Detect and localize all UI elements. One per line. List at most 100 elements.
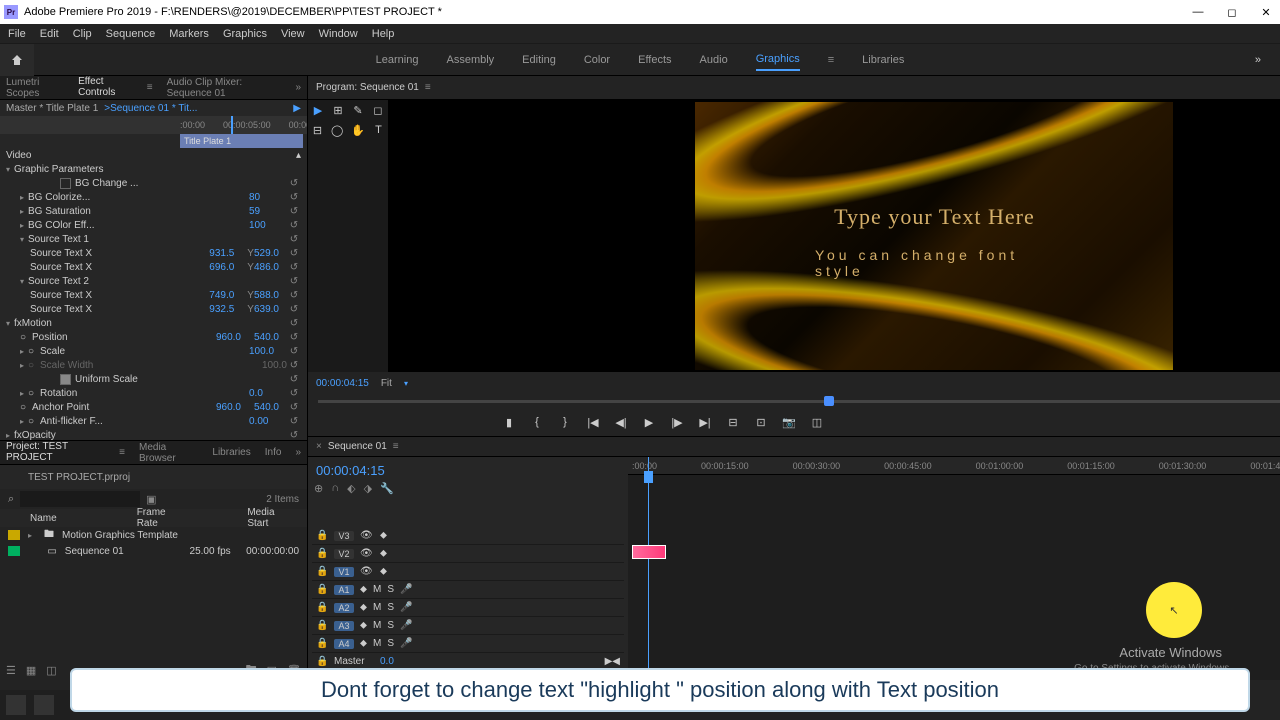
freeform-view-icon[interactable]: ◫: [46, 664, 56, 677]
track-a3[interactable]: 🔒A3⬥MS🎤: [312, 617, 624, 635]
icon-view-icon[interactable]: ▦: [26, 664, 36, 677]
tab-project[interactable]: Project: TEST PROJECT: [6, 439, 105, 466]
hand-tool[interactable]: ✋: [351, 124, 365, 140]
track-a4[interactable]: 🔒A4⬥MS🎤: [312, 635, 624, 653]
mark-out-button[interactable]: {: [530, 416, 544, 428]
settings-icon[interactable]: ⬗: [364, 482, 372, 495]
workspace-assembly[interactable]: Assembly: [446, 50, 494, 70]
home-button[interactable]: [0, 44, 34, 76]
zoom-fit[interactable]: Fit: [381, 378, 392, 389]
vertical-text-tool[interactable]: ⊞: [332, 104, 344, 120]
windows-taskbar[interactable]: [0, 690, 70, 720]
rect-tool[interactable]: ◻: [372, 104, 384, 120]
close-button[interactable]: ✕: [1256, 6, 1276, 19]
workspace-learning[interactable]: Learning: [376, 50, 419, 70]
ec-video-label: Video: [6, 150, 31, 161]
lift-button[interactable]: ⊟: [726, 416, 740, 429]
list-view-icon[interactable]: ☰: [6, 664, 16, 677]
col-framerate[interactable]: Frame Rate: [137, 507, 168, 529]
ec-sequence-label[interactable]: Sequence 01 * Tit...: [110, 103, 197, 114]
type-tool[interactable]: T: [373, 124, 384, 140]
timeline-ruler[interactable]: :00:0000:00:15:0000:00:30:0000:00:45:000…: [628, 457, 1280, 475]
menu-clip[interactable]: Clip: [73, 28, 92, 40]
workspace-editing[interactable]: Editing: [522, 50, 556, 70]
ellipse-tool[interactable]: ◯: [331, 124, 343, 140]
track-v2[interactable]: 🔒V2👁⬥: [312, 545, 624, 563]
project-search-input[interactable]: [20, 491, 140, 507]
play-button[interactable]: ▶: [642, 416, 656, 429]
export-frame-button[interactable]: 📷: [782, 416, 796, 429]
workspace-color[interactable]: Color: [584, 50, 610, 70]
menu-markers[interactable]: Markers: [169, 28, 209, 40]
compare-button[interactable]: ◫: [810, 416, 824, 429]
track-v1[interactable]: 🔒V1👁⬥: [312, 563, 624, 581]
menu-file[interactable]: File: [8, 28, 26, 40]
extract-button[interactable]: ⊡: [754, 416, 768, 429]
col-mediastart[interactable]: Media Start: [247, 507, 277, 529]
program-scrubber[interactable]: [308, 394, 1280, 408]
start-button[interactable]: [6, 695, 26, 715]
ec-graphic-params[interactable]: Graphic Parameters: [14, 164, 103, 175]
menu-edit[interactable]: Edit: [40, 28, 59, 40]
sequence-icon: ▭: [47, 546, 56, 557]
go-to-in-button[interactable]: |◀: [586, 416, 600, 429]
menu-graphics[interactable]: Graphics: [223, 28, 267, 40]
menu-sequence[interactable]: Sequence: [106, 28, 156, 40]
go-to-out-button[interactable]: ▶|: [698, 416, 712, 429]
track-a2[interactable]: 🔒A2⬥MS🎤: [312, 599, 624, 617]
project-item-count: 2 Items: [266, 494, 299, 505]
ec-mini-ruler[interactable]: :00:00 00:00:05:00 00:00: [0, 116, 307, 134]
step-fwd-button[interactable]: |▶: [670, 416, 684, 429]
menu-view[interactable]: View: [281, 28, 305, 40]
col-name[interactable]: Name: [30, 513, 57, 524]
program-monitor[interactable]: Type your Text Here You can change font …: [388, 100, 1280, 372]
selection-tool[interactable]: ▶: [312, 104, 324, 120]
minimize-button[interactable]: —: [1188, 6, 1208, 19]
task-view-button[interactable]: [34, 695, 54, 715]
workspace-audio[interactable]: Audio: [700, 50, 728, 70]
tab-info[interactable]: Info: [265, 445, 282, 460]
mark-clip-button[interactable]: }: [558, 416, 572, 428]
wrench-icon[interactable]: 🔧: [380, 482, 394, 495]
pen-tool[interactable]: ✎: [352, 104, 364, 120]
tab-lumetri[interactable]: Lumetri Scopes: [6, 75, 64, 101]
timeline-clip[interactable]: [632, 545, 666, 559]
timeline-timecode[interactable]: 00:00:04:15: [312, 461, 624, 480]
workspace-libraries[interactable]: Libraries: [862, 50, 904, 70]
maximize-button[interactable]: ◻: [1222, 6, 1242, 19]
menu-help[interactable]: Help: [372, 28, 395, 40]
snap-icon[interactable]: ⊕: [314, 482, 323, 495]
tab-libraries[interactable]: Libraries: [212, 445, 250, 460]
tab-effect-controls[interactable]: Effect Controls: [78, 74, 133, 101]
link-icon[interactable]: ∩: [331, 482, 339, 495]
menu-window[interactable]: Window: [319, 28, 358, 40]
marker-icon[interactable]: ⬖: [347, 482, 355, 495]
search-icon: ⌕: [8, 493, 14, 506]
workspace-effects[interactable]: Effects: [638, 50, 671, 70]
uniform-scale-checkbox[interactable]: [60, 374, 71, 385]
cursor-highlight: ↖: [1146, 582, 1202, 638]
track-v3[interactable]: 🔒V3👁⬥: [312, 527, 624, 545]
app-icon: Pr: [4, 5, 18, 19]
bin-icon[interactable]: ▣: [146, 493, 156, 506]
timeline-tab[interactable]: Sequence 01: [328, 441, 387, 452]
workspace-overflow[interactable]: »: [1246, 54, 1270, 66]
program-playhead[interactable]: [824, 396, 834, 406]
panel-overflow[interactable]: »: [295, 82, 301, 93]
tab-audio-mixer[interactable]: Audio Clip Mixer: Sequence 01: [167, 75, 282, 101]
project-tabs: Project: TEST PROJECT ≡ Media Browser Li…: [0, 441, 307, 465]
mark-in-button[interactable]: ▮: [502, 416, 516, 429]
workspace-graphics[interactable]: Graphics: [756, 49, 800, 71]
align-tool[interactable]: ⊟: [312, 124, 323, 140]
step-back-button[interactable]: ◀|: [614, 416, 628, 429]
project-item-mogrt[interactable]: ▸ 🖿 Motion Graphics Template: [0, 527, 307, 543]
project-item-sequence[interactable]: ▭ Sequence 01 25.00 fps 00:00:00:00: [0, 543, 307, 559]
track-a1[interactable]: 🔒A1⬥MS🎤: [312, 581, 624, 599]
timeline-playhead[interactable]: [648, 457, 649, 680]
ec-playhead[interactable]: [231, 116, 233, 134]
program-timecode[interactable]: 00:00:04:15: [316, 378, 369, 389]
bgchange-checkbox[interactable]: [60, 178, 71, 189]
ec-clip-bar[interactable]: Title Plate 1: [180, 134, 303, 148]
tab-media-browser[interactable]: Media Browser: [139, 440, 198, 466]
project-overflow[interactable]: »: [295, 447, 301, 458]
